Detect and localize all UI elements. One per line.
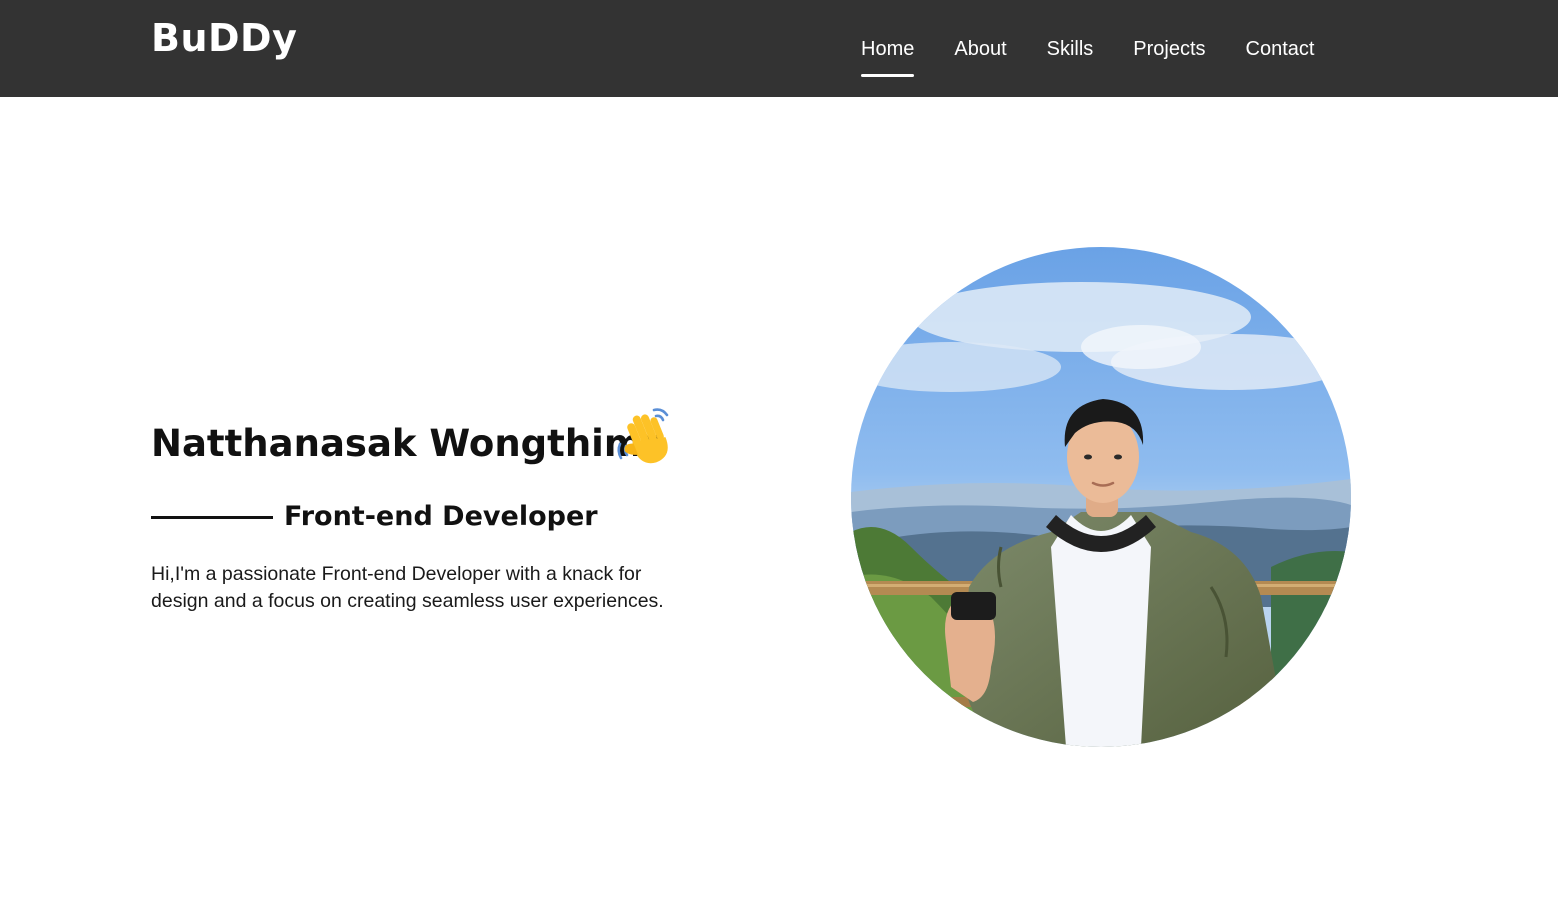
- nav-link-home[interactable]: Home: [861, 36, 915, 77]
- role-row: Front-end Developer: [151, 498, 598, 536]
- role-title: Front-end Developer: [284, 501, 598, 532]
- hero-description: Hi,I'm a passionate Front-end Developer …: [151, 563, 664, 612]
- nav-link-contact[interactable]: Contact: [1246, 36, 1315, 62]
- nav-menu: Home About Skills Projects Contact: [861, 36, 1315, 77]
- nav-link-projects[interactable]: Projects: [1133, 36, 1205, 62]
- brand-logo[interactable]: BuDDy: [151, 14, 297, 62]
- navbar: BuDDy Home About Skills Projects Contact: [0, 0, 1558, 97]
- waving-hand-icon: [612, 404, 678, 470]
- nav-link-about[interactable]: About: [954, 36, 1006, 62]
- nav-link-skills[interactable]: Skills: [1047, 36, 1094, 62]
- profile-photo: [851, 247, 1351, 747]
- hero-name: Natthanasak Wongthima: [151, 422, 668, 465]
- role-divider: [151, 515, 273, 519]
